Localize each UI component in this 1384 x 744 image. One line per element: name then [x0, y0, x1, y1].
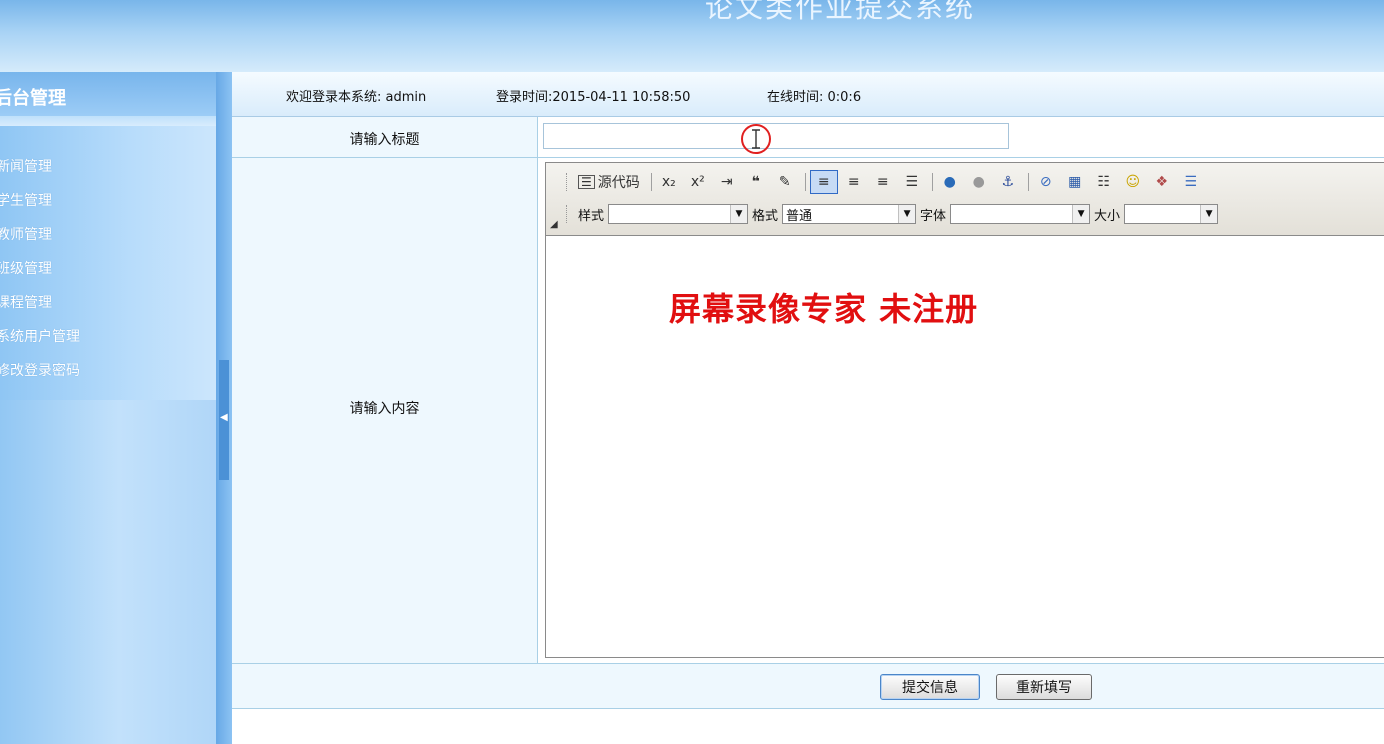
smiley-icon: ☺	[1125, 174, 1141, 190]
text-cursor-icon	[741, 124, 771, 154]
smiley-button[interactable]: ☺	[1120, 171, 1146, 193]
sidebar-item-students[interactable]: 学生管理	[0, 184, 80, 218]
page-break-icon: ☰	[1184, 174, 1198, 190]
blockquote-button[interactable]: ❝	[743, 171, 769, 193]
remove-format-button[interactable]: ✎	[772, 171, 798, 193]
app-header: 论文类作业提交系统	[0, 0, 1384, 72]
info-bar: 欢迎登录本系统: admin 登录时间:2015-04-11 10:58:50 …	[232, 72, 1384, 117]
login-time-text: 登录时间:2015-04-11 10:58:50	[496, 90, 691, 105]
table-icon: ▦	[1068, 174, 1082, 190]
table-button[interactable]: ▦	[1062, 171, 1088, 193]
title-row: 请输入标题	[232, 117, 1384, 158]
align-justify-button[interactable]: ☰	[899, 171, 925, 193]
sidebar-heading: 后台管理	[0, 88, 66, 109]
blockquote-icon: ❝	[751, 174, 760, 190]
unlink-icon: ●	[972, 174, 985, 190]
title-cell	[537, 117, 1384, 157]
chevron-down-icon: ▼	[1200, 205, 1218, 223]
welcome-text: 欢迎登录本系统: admin	[286, 90, 427, 105]
align-center-button[interactable]: ≡	[841, 171, 867, 193]
flash-button[interactable]: ⊘	[1033, 171, 1059, 193]
special-char-icon: ❖	[1155, 174, 1169, 190]
size-select[interactable]: ▼	[1124, 204, 1219, 224]
style-select[interactable]: ▼	[608, 204, 749, 224]
align-left-icon: ≡	[817, 174, 830, 190]
sidebar-item-courses[interactable]: 课程管理	[0, 286, 80, 320]
toolbar-separator	[804, 173, 806, 191]
format-label: 格式	[752, 208, 779, 224]
editor-content-area[interactable]: 屏幕录像专家 未注册	[546, 236, 1384, 657]
sidebar-splitter: ◀	[216, 72, 232, 744]
unlink-button[interactable]: ●	[966, 171, 992, 193]
indent-icon: ⇥	[720, 174, 733, 190]
align-right-button[interactable]: ≡	[870, 171, 896, 193]
flash-icon: ⊘	[1039, 174, 1052, 190]
main-content: 欢迎登录本系统: admin 登录时间:2015-04-11 10:58:50 …	[232, 72, 1384, 744]
collapse-toolbar-icon[interactable]: ◢	[550, 219, 558, 230]
rich-text-editor: ☰ 源代码 x₂ x² ⇥ ❝ ✎ ≡ ≡ ≡ ☰ ● ● ⚓ ⊘ ▦ ☷ ☺ …	[545, 162, 1384, 658]
subscript-button[interactable]: x₂	[656, 171, 682, 193]
subscript-icon: x₂	[661, 174, 676, 190]
remove-format-icon: ✎	[778, 174, 791, 190]
link-icon: ●	[943, 174, 956, 190]
chevron-down-icon: ▼	[730, 205, 748, 223]
style-label: 样式	[578, 208, 605, 224]
reset-button[interactable]: 重新填写	[996, 674, 1092, 700]
font-label: 字体	[920, 208, 947, 224]
anchor-icon: ⚓	[1001, 174, 1015, 190]
size-label: 大小	[1094, 208, 1121, 224]
watermark-text: 屏幕录像专家 未注册	[669, 290, 979, 328]
editor-toolbar: ☰ 源代码 x₂ x² ⇥ ❝ ✎ ≡ ≡ ≡ ☰ ● ● ⚓ ⊘ ▦ ☷ ☺ …	[546, 163, 1384, 236]
content-row: 请输入内容 ☰ 源代码 x₂ x² ⇥ ❝ ✎ ≡ ≡ ≡ ☰ ● ● ⚓ ⊘ …	[232, 158, 1384, 664]
page-break-button[interactable]: ☰	[1178, 171, 1204, 193]
chevron-down-icon: ▼	[1072, 205, 1090, 223]
horizontal-rule-button[interactable]: ☷	[1091, 171, 1117, 193]
toolbar-separator	[931, 173, 933, 191]
font-select[interactable]: ▼	[950, 204, 1091, 224]
format-select[interactable]: 普通 ▼	[782, 204, 917, 224]
toolbar-grip	[566, 173, 570, 191]
source-label: 源代码	[597, 175, 640, 191]
sidebar-item-news[interactable]: 新闻管理	[0, 150, 80, 184]
title-label: 请输入标题	[349, 132, 420, 148]
indent-button[interactable]: ⇥	[714, 171, 740, 193]
sidebar: 后台管理 新闻管理 学生管理 教师管理 班级管理 课程管理 系统用户管理 修改登…	[0, 72, 216, 744]
app-title: 论文类作业提交系统	[705, 0, 976, 24]
sidebar-header: 后台管理	[0, 72, 216, 116]
superscript-button[interactable]: x²	[685, 171, 711, 193]
superscript-icon: x²	[690, 174, 705, 190]
align-left-button[interactable]: ≡	[809, 170, 838, 194]
toolbar-separator	[650, 173, 652, 191]
anchor-button[interactable]: ⚓	[995, 171, 1021, 193]
title-input[interactable]	[543, 123, 1009, 149]
sidebar-item-change-password[interactable]: 修改登录密码	[0, 354, 80, 388]
sidebar-divider	[0, 116, 216, 126]
source-icon: ☰	[578, 175, 595, 189]
sidebar-panel	[0, 400, 216, 744]
online-time-text: 在线时间: 0:0:6	[767, 90, 862, 105]
content-label: 请输入内容	[349, 401, 420, 417]
sidebar-menu: 新闻管理 学生管理 教师管理 班级管理 课程管理 系统用户管理 修改登录密码	[0, 150, 80, 388]
sidebar-item-teachers[interactable]: 教师管理	[0, 218, 80, 252]
toolbar-grip	[566, 205, 570, 223]
format-value: 普通	[786, 208, 813, 224]
source-button[interactable]: ☰ 源代码	[574, 171, 644, 193]
align-justify-icon: ☰	[905, 174, 919, 190]
horizontal-rule-icon: ☷	[1097, 174, 1111, 190]
link-button[interactable]: ●	[937, 171, 963, 193]
collapse-sidebar-button[interactable]: ◀	[219, 360, 229, 480]
toolbar-separator	[1027, 173, 1029, 191]
align-center-icon: ≡	[847, 174, 860, 190]
sidebar-item-classes[interactable]: 班级管理	[0, 252, 80, 286]
chevron-down-icon: ▼	[898, 205, 916, 223]
toolbar-row-2: 样式 ▼ 格式 普通 ▼ 字体 ▼ 大小 ▼	[566, 201, 1219, 227]
content-cell: ☰ 源代码 x₂ x² ⇥ ❝ ✎ ≡ ≡ ≡ ☰ ● ● ⚓ ⊘ ▦ ☷ ☺ …	[537, 158, 1384, 663]
align-right-icon: ≡	[876, 174, 889, 190]
chevron-left-icon: ◀	[220, 412, 228, 423]
submit-button[interactable]: 提交信息	[880, 674, 980, 700]
toolbar-row-1: ☰ 源代码 x₂ x² ⇥ ❝ ✎ ≡ ≡ ≡ ☰ ● ● ⚓ ⊘ ▦ ☷ ☺ …	[566, 169, 1207, 195]
special-char-button[interactable]: ❖	[1149, 171, 1175, 193]
sidebar-item-system-users[interactable]: 系统用户管理	[0, 320, 80, 354]
actions-row: 提交信息 重新填写	[232, 664, 1384, 709]
